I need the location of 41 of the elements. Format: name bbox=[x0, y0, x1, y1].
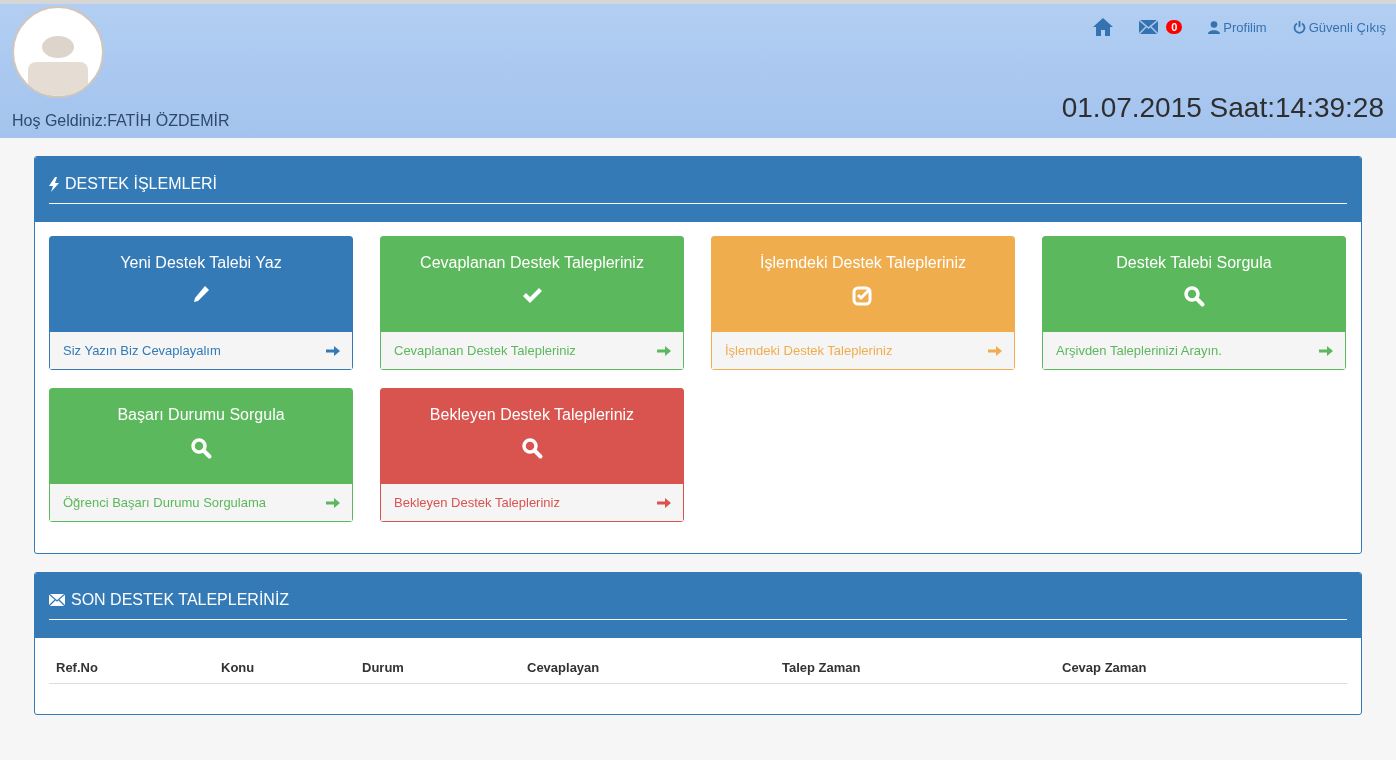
arrow-right-icon bbox=[326, 344, 340, 357]
panel-title: SON DESTEK TALEPLERİNİZ bbox=[71, 591, 290, 609]
action-card[interactable]: Bekleyen Destek Talepleriniz Bekleyen Destek Talepleriniz bbox=[380, 388, 684, 522]
column-header: Ref.No bbox=[56, 660, 99, 675]
lightning-icon bbox=[49, 176, 59, 192]
profile-link[interactable]: Profilim bbox=[1208, 19, 1267, 35]
panel-title: DESTEK İŞLEMLERİ bbox=[65, 175, 218, 193]
home-icon[interactable] bbox=[1093, 18, 1114, 36]
action-card[interactable]: Başarı Durumu Sorgula Öğrenci Başarı Durumu Sorgulama bbox=[49, 388, 353, 522]
column-header: Cevap Zaman bbox=[1062, 660, 1148, 675]
arrow-right-icon bbox=[326, 496, 340, 509]
action-card[interactable]: Yeni Destek Talebi Yaz Siz Yazın Biz Cevaplayalım bbox=[49, 236, 353, 370]
arrow-right-icon bbox=[1319, 344, 1333, 357]
checked-box-icon bbox=[851, 284, 875, 308]
column-header: Cevaplayan bbox=[527, 660, 601, 675]
card-title: Başarı Durumu Sorgula bbox=[117, 406, 285, 424]
card-title: Destek Talebi Sorgula bbox=[1116, 254, 1272, 272]
arrow-right-icon bbox=[988, 344, 1002, 357]
column-header: Talep Zaman bbox=[782, 660, 862, 675]
arrow-right-icon bbox=[657, 496, 671, 509]
date-time: 01.07.2015 Saat:14:39:28 bbox=[1061, 92, 1384, 124]
mail-count-badge: 0 bbox=[1166, 20, 1183, 34]
search-icon bbox=[520, 436, 544, 460]
card-title: Cevaplanan Destek Talepleriniz bbox=[420, 254, 644, 272]
power-icon bbox=[1292, 20, 1306, 34]
column-header: Konu bbox=[221, 660, 256, 675]
user-icon bbox=[1208, 20, 1221, 34]
arrow-right-icon bbox=[657, 344, 671, 357]
envelope-icon bbox=[49, 594, 65, 606]
card-title: Yeni Destek Talebi Yaz bbox=[120, 254, 282, 272]
card-title: Bekleyen Destek Talepleriniz bbox=[429, 406, 635, 424]
search-icon bbox=[1182, 284, 1206, 308]
action-card[interactable]: İşlemdeki Destek Talepleriniz İşlemdeki Destek Talepleriniz bbox=[711, 236, 1015, 370]
welcome-text: Hoş Geldiniz:FATİH ÖZDEMİR bbox=[12, 112, 230, 130]
envelope-icon[interactable] bbox=[1139, 20, 1159, 34]
action-card[interactable]: Destek Talebi Sorgula Arşivden Taleplerinizi Arayın. bbox=[1042, 236, 1346, 370]
search-icon bbox=[189, 436, 213, 460]
logout-link[interactable]: Güvenli Çıkış bbox=[1292, 19, 1386, 35]
card-title: İşlemdeki Destek Talepleriniz bbox=[760, 254, 966, 272]
action-card[interactable]: Cevaplanan Destek Talepleriniz Cevaplanan Destek Talepleriniz bbox=[380, 236, 684, 370]
column-header: Durum bbox=[362, 660, 405, 675]
